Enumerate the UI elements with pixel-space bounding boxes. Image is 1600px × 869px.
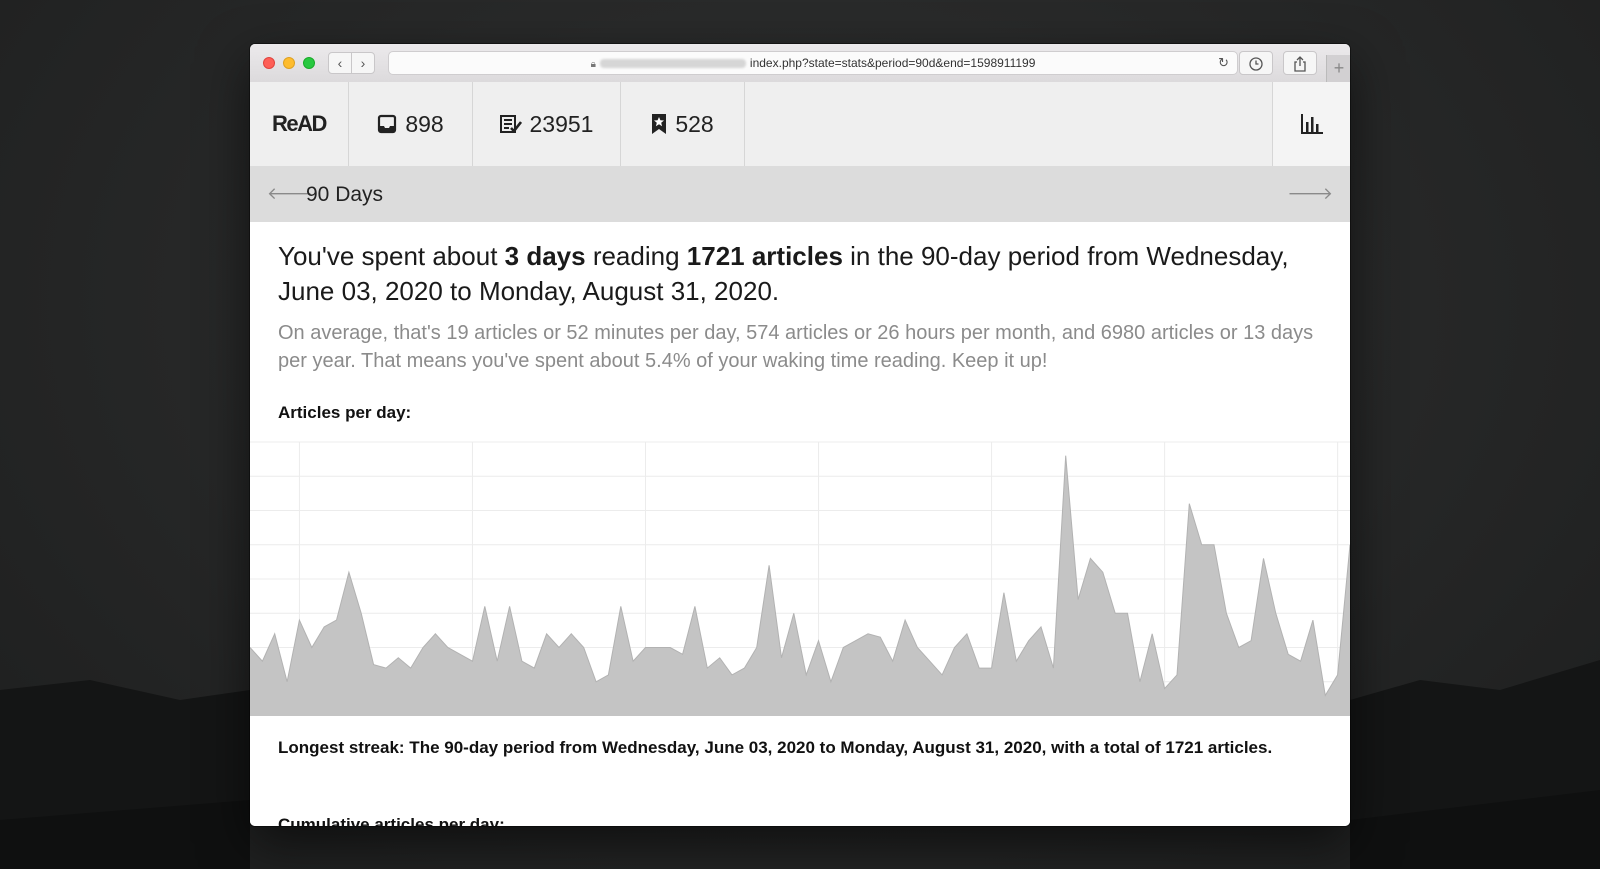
close-window-button[interactable] xyxy=(263,57,275,69)
arrow-right-icon[interactable]: 🡒︎ xyxy=(1287,184,1333,204)
summary-time: 3 days xyxy=(504,241,586,271)
nav-bookmarked[interactable]: 528 xyxy=(621,82,745,166)
checklist-icon xyxy=(499,115,522,133)
chart-area-series xyxy=(250,455,1350,716)
summary-part: You've spent about xyxy=(278,241,505,271)
longest-streak-text: Longest streak: The 90-day period from W… xyxy=(278,738,1273,757)
history-button[interactable] xyxy=(1239,51,1273,75)
browser-window: ‹ › 🔒︎ index.php?state=stats&period=90d&e… xyxy=(250,44,1350,826)
unread-count: 898 xyxy=(405,110,444,137)
average-text: On average, that's 19 articles or 52 min… xyxy=(278,322,1314,372)
cumulative-chart-title: Cumulative articles per day: xyxy=(278,815,505,826)
bookmark-star-icon xyxy=(652,114,667,134)
period-label: 90 Days xyxy=(306,183,384,206)
zoom-window-button[interactable] xyxy=(303,57,315,69)
app-navigation: ReAD 898 23951 528 xyxy=(250,82,1350,166)
app-logo[interactable]: ReAD xyxy=(250,82,349,166)
lock-icon: 🔒︎ xyxy=(590,59,596,70)
back-button[interactable]: ‹ xyxy=(328,52,352,74)
forward-button[interactable]: › xyxy=(351,52,375,74)
plus-icon: + xyxy=(1333,58,1345,78)
address-bar[interactable]: 🔒︎ index.php?state=stats&period=90d&end=1… xyxy=(388,51,1238,75)
redacted-domain xyxy=(599,59,746,69)
summary-part: reading xyxy=(585,241,687,271)
share-icon xyxy=(1294,55,1306,72)
url-text: index.php?state=stats&period=90d&end=159… xyxy=(749,56,1036,70)
nav-read[interactable]: 23951 xyxy=(473,82,621,166)
minimize-window-button[interactable] xyxy=(283,57,295,69)
period-bar: 🡐︎ 90 Days 🡒︎ xyxy=(250,166,1350,222)
clock-icon xyxy=(1249,56,1263,71)
summary-articles: 1721 articles xyxy=(686,241,843,271)
bookmarked-count: 528 xyxy=(675,110,714,137)
read-count: 23951 xyxy=(529,110,594,137)
bar-chart-icon xyxy=(1300,114,1323,134)
summary-text: You've spent about 3 days reading 1721 a… xyxy=(278,239,1323,309)
share-button[interactable] xyxy=(1283,51,1317,75)
inbox-icon xyxy=(378,114,397,134)
browser-titlebar: ‹ › 🔒︎ index.php?state=stats&period=90d&e… xyxy=(250,44,1350,83)
reload-icon[interactable]: ↻ xyxy=(1218,52,1229,74)
articles-per-day-chart xyxy=(250,441,1350,716)
chevron-left-icon: ‹ xyxy=(337,55,343,71)
nav-stats[interactable] xyxy=(1272,82,1350,166)
chart-title: Articles per day: xyxy=(278,403,412,422)
new-tab-button[interactable]: + xyxy=(1326,55,1350,82)
stats-content: You've spent about 3 days reading 1721 a… xyxy=(250,222,1350,826)
nav-unread[interactable]: 898 xyxy=(349,82,473,166)
chevron-right-icon: › xyxy=(360,55,366,71)
